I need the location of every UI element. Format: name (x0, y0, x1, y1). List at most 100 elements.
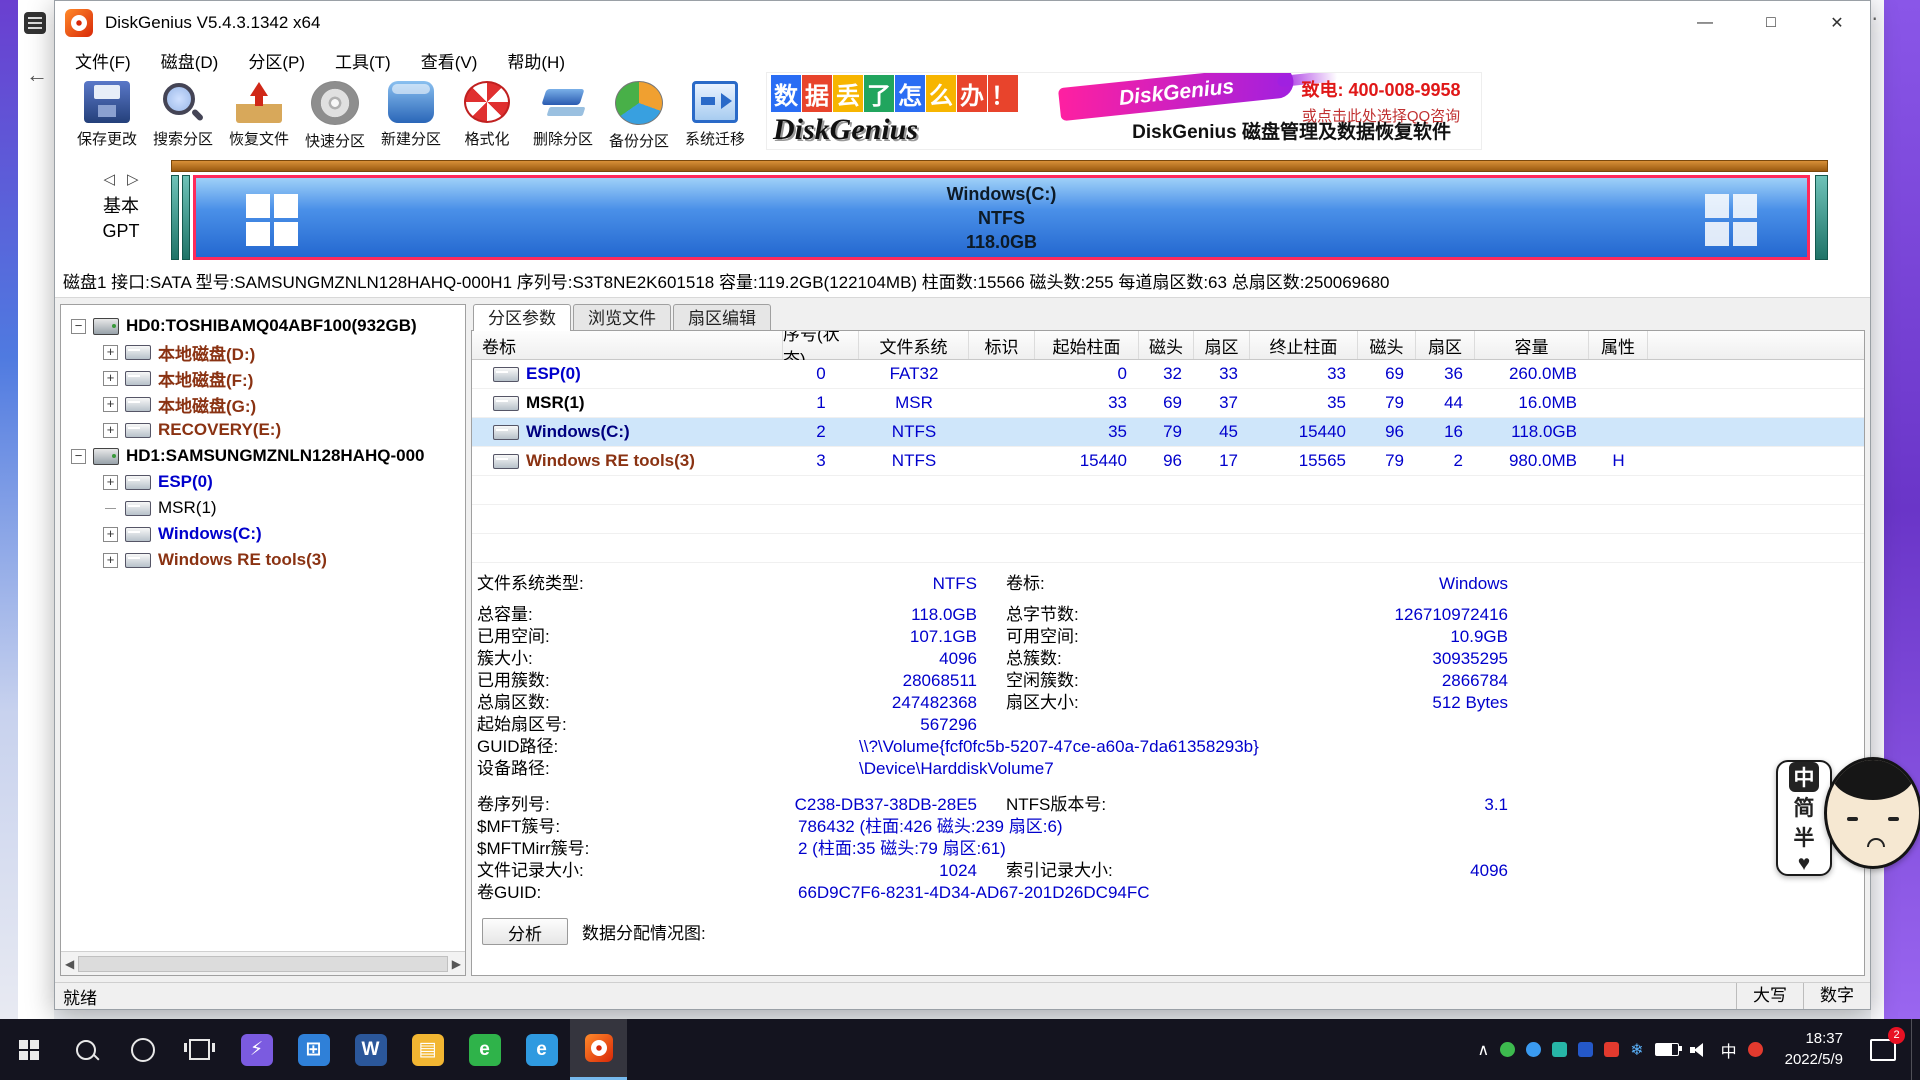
show-desktop-button[interactable] (1911, 1019, 1920, 1080)
app-word[interactable]: W (342, 1019, 399, 1080)
tree-horizontal-scrollbar[interactable]: ◀ ▶ (61, 951, 465, 975)
cortana-button[interactable] (114, 1019, 171, 1080)
tree-item[interactable]: +RECOVERY(E:) (61, 417, 465, 443)
column-header[interactable]: 属性 (1589, 331, 1648, 359)
toolbar-button[interactable]: 备份分区 (601, 76, 677, 151)
tray-teal-icon[interactable] (1552, 1042, 1567, 1057)
table-row[interactable]: Windows RE tools(3)3NTFS1544096171556579… (472, 447, 1864, 476)
tree-expand-toggle[interactable]: + (103, 553, 118, 568)
toolbar-button[interactable]: 系统迁移 (677, 76, 753, 151)
tray-red-dot-icon[interactable] (1748, 1042, 1763, 1057)
partition-block-msr[interactable] (182, 175, 190, 260)
column-header[interactable]: 起始柱面 (1035, 331, 1139, 359)
menu-item[interactable]: 磁盘(D) (146, 45, 234, 76)
partition-block-windows-c[interactable]: Windows(C:) NTFS 118.0GB (193, 175, 1810, 260)
scrollbar-thumb[interactable] (78, 956, 448, 972)
snowflake-icon[interactable]: ❄ (1630, 1040, 1643, 1060)
tree-item[interactable]: MSR(1) (61, 495, 465, 521)
tab[interactable]: 浏览文件 (573, 304, 671, 331)
table-cell (969, 447, 1035, 475)
tree-item[interactable]: −HD1:SAMSUNGMZNLN128HAHQ-000 (61, 443, 465, 469)
tree-item[interactable]: +本地磁盘(D:) (61, 339, 465, 365)
app-diskgenius[interactable] (570, 1019, 627, 1080)
tray-blue-icon[interactable] (1526, 1042, 1541, 1057)
tree-expand-toggle[interactable]: + (103, 423, 118, 438)
tree-expand-toggle[interactable]: − (71, 449, 86, 464)
menu-item[interactable]: 帮助(H) (492, 45, 580, 76)
minimize-button[interactable]: — (1672, 1, 1738, 45)
table-row[interactable]: Windows(C:)2NTFS357945154409616118.0GB (472, 418, 1864, 447)
menu-item[interactable]: 文件(F) (60, 45, 146, 76)
table-cell: 3 (783, 447, 859, 475)
tree-expand-toggle[interactable]: + (103, 527, 118, 542)
partition-block-esp[interactable] (171, 175, 179, 260)
app-explorer[interactable]: ▤ (399, 1019, 456, 1080)
menu-item[interactable]: 分区(P) (233, 45, 320, 76)
tree-item[interactable]: +Windows(C:) (61, 521, 465, 547)
partition-block-re-tools[interactable] (1815, 175, 1828, 260)
toolbar-button[interactable]: 删除分区 (525, 76, 601, 151)
app-thunder[interactable]: ⚡ (228, 1019, 285, 1080)
next-disk-button[interactable]: ▷ (127, 171, 139, 188)
table-row[interactable]: ESP(0)0FAT3203233336936260.0MB (472, 360, 1864, 389)
toolbar-button[interactable]: 搜索分区 (145, 76, 221, 151)
column-header[interactable]: 卷标 (472, 331, 783, 359)
toolbar-button[interactable]: 格式化 (449, 76, 525, 151)
volume-icon[interactable] (1690, 1042, 1710, 1058)
taskbar-clock[interactable]: 18:37 2022/5/9 (1773, 1019, 1855, 1080)
app-browser-green[interactable]: e (456, 1019, 513, 1080)
tab[interactable]: 扇区编辑 (673, 304, 771, 331)
quick-partition-icon (311, 81, 359, 125)
column-header[interactable]: 容量 (1475, 331, 1589, 359)
action-center-button[interactable]: 2 (1855, 1019, 1911, 1080)
tree-item[interactable]: −HD0:TOSHIBAMQ04ABF100(932GB) (61, 313, 465, 339)
tree-expand-toggle[interactable]: + (103, 371, 118, 386)
battery-icon[interactable] (1655, 1043, 1679, 1056)
app-store[interactable]: ⊞ (285, 1019, 342, 1080)
assistant-avatar[interactable] (1824, 757, 1920, 869)
hidden-icons-chevron[interactable]: ∧ (1477, 1040, 1489, 1060)
analyze-button[interactable]: 分析 (482, 918, 568, 945)
ad-banner[interactable]: 数据丢了怎么办！ DiskGenius DiskGenius 致电: 400-0… (766, 72, 1482, 150)
tree-expand-toggle[interactable]: + (103, 397, 118, 412)
column-header[interactable]: 扇区 (1416, 331, 1475, 359)
tree-expand-toggle[interactable]: + (103, 345, 118, 360)
toolbar-button[interactable]: 新建分区 (373, 76, 449, 151)
column-header[interactable]: 磁头 (1358, 331, 1416, 359)
maximize-button[interactable]: □ (1738, 1, 1804, 45)
table-cell: 79 (1358, 447, 1416, 475)
start-button[interactable] (0, 1019, 57, 1080)
tree-item[interactable]: +本地磁盘(F:) (61, 365, 465, 391)
column-header[interactable]: 标识 (969, 331, 1035, 359)
app-edge[interactable]: e (513, 1019, 570, 1080)
tree-expand-toggle[interactable]: + (103, 475, 118, 490)
column-header[interactable]: 序号(状态) (783, 331, 859, 359)
taskbar-search-button[interactable] (57, 1019, 114, 1080)
toolbar-button[interactable]: 保存更改 (69, 76, 145, 151)
tree-expand-toggle[interactable]: − (71, 319, 86, 334)
task-view-button[interactable] (171, 1019, 228, 1080)
tray-navy-icon[interactable] (1578, 1042, 1593, 1057)
tree-item[interactable]: +Windows RE tools(3) (61, 547, 465, 573)
column-header[interactable]: 终止柱面 (1250, 331, 1358, 359)
column-header[interactable]: 扇区 (1194, 331, 1250, 359)
assistant-widget[interactable]: 中简半♥ (1776, 757, 1920, 881)
table-row[interactable]: MSR(1)1MSR33693735794416.0MB (472, 389, 1864, 418)
ime-indicator[interactable]: 中 (1721, 1038, 1737, 1062)
tab[interactable]: 分区参数 (473, 304, 571, 331)
tree-item[interactable]: +本地磁盘(G:) (61, 391, 465, 417)
toolbar-button[interactable]: 恢复文件 (221, 76, 297, 151)
prev-disk-button[interactable]: ◁ (103, 171, 115, 188)
tree-item[interactable]: +ESP(0) (61, 469, 465, 495)
tray-red-icon[interactable] (1604, 1042, 1619, 1057)
toolbar-button[interactable]: 快速分区 (297, 76, 373, 151)
close-button[interactable]: ✕ (1804, 1, 1870, 45)
scroll-right-arrow[interactable]: ▶ (452, 957, 461, 971)
menu-item[interactable]: 工具(T) (320, 45, 406, 76)
tray-green-icon[interactable] (1500, 1042, 1515, 1057)
menu-item[interactable]: 查看(V) (406, 45, 493, 76)
column-header[interactable]: 磁头 (1139, 331, 1194, 359)
scroll-left-arrow[interactable]: ◀ (65, 957, 74, 971)
column-header[interactable]: 文件系统 (859, 331, 969, 359)
detail-value: NTFS (627, 573, 977, 595)
